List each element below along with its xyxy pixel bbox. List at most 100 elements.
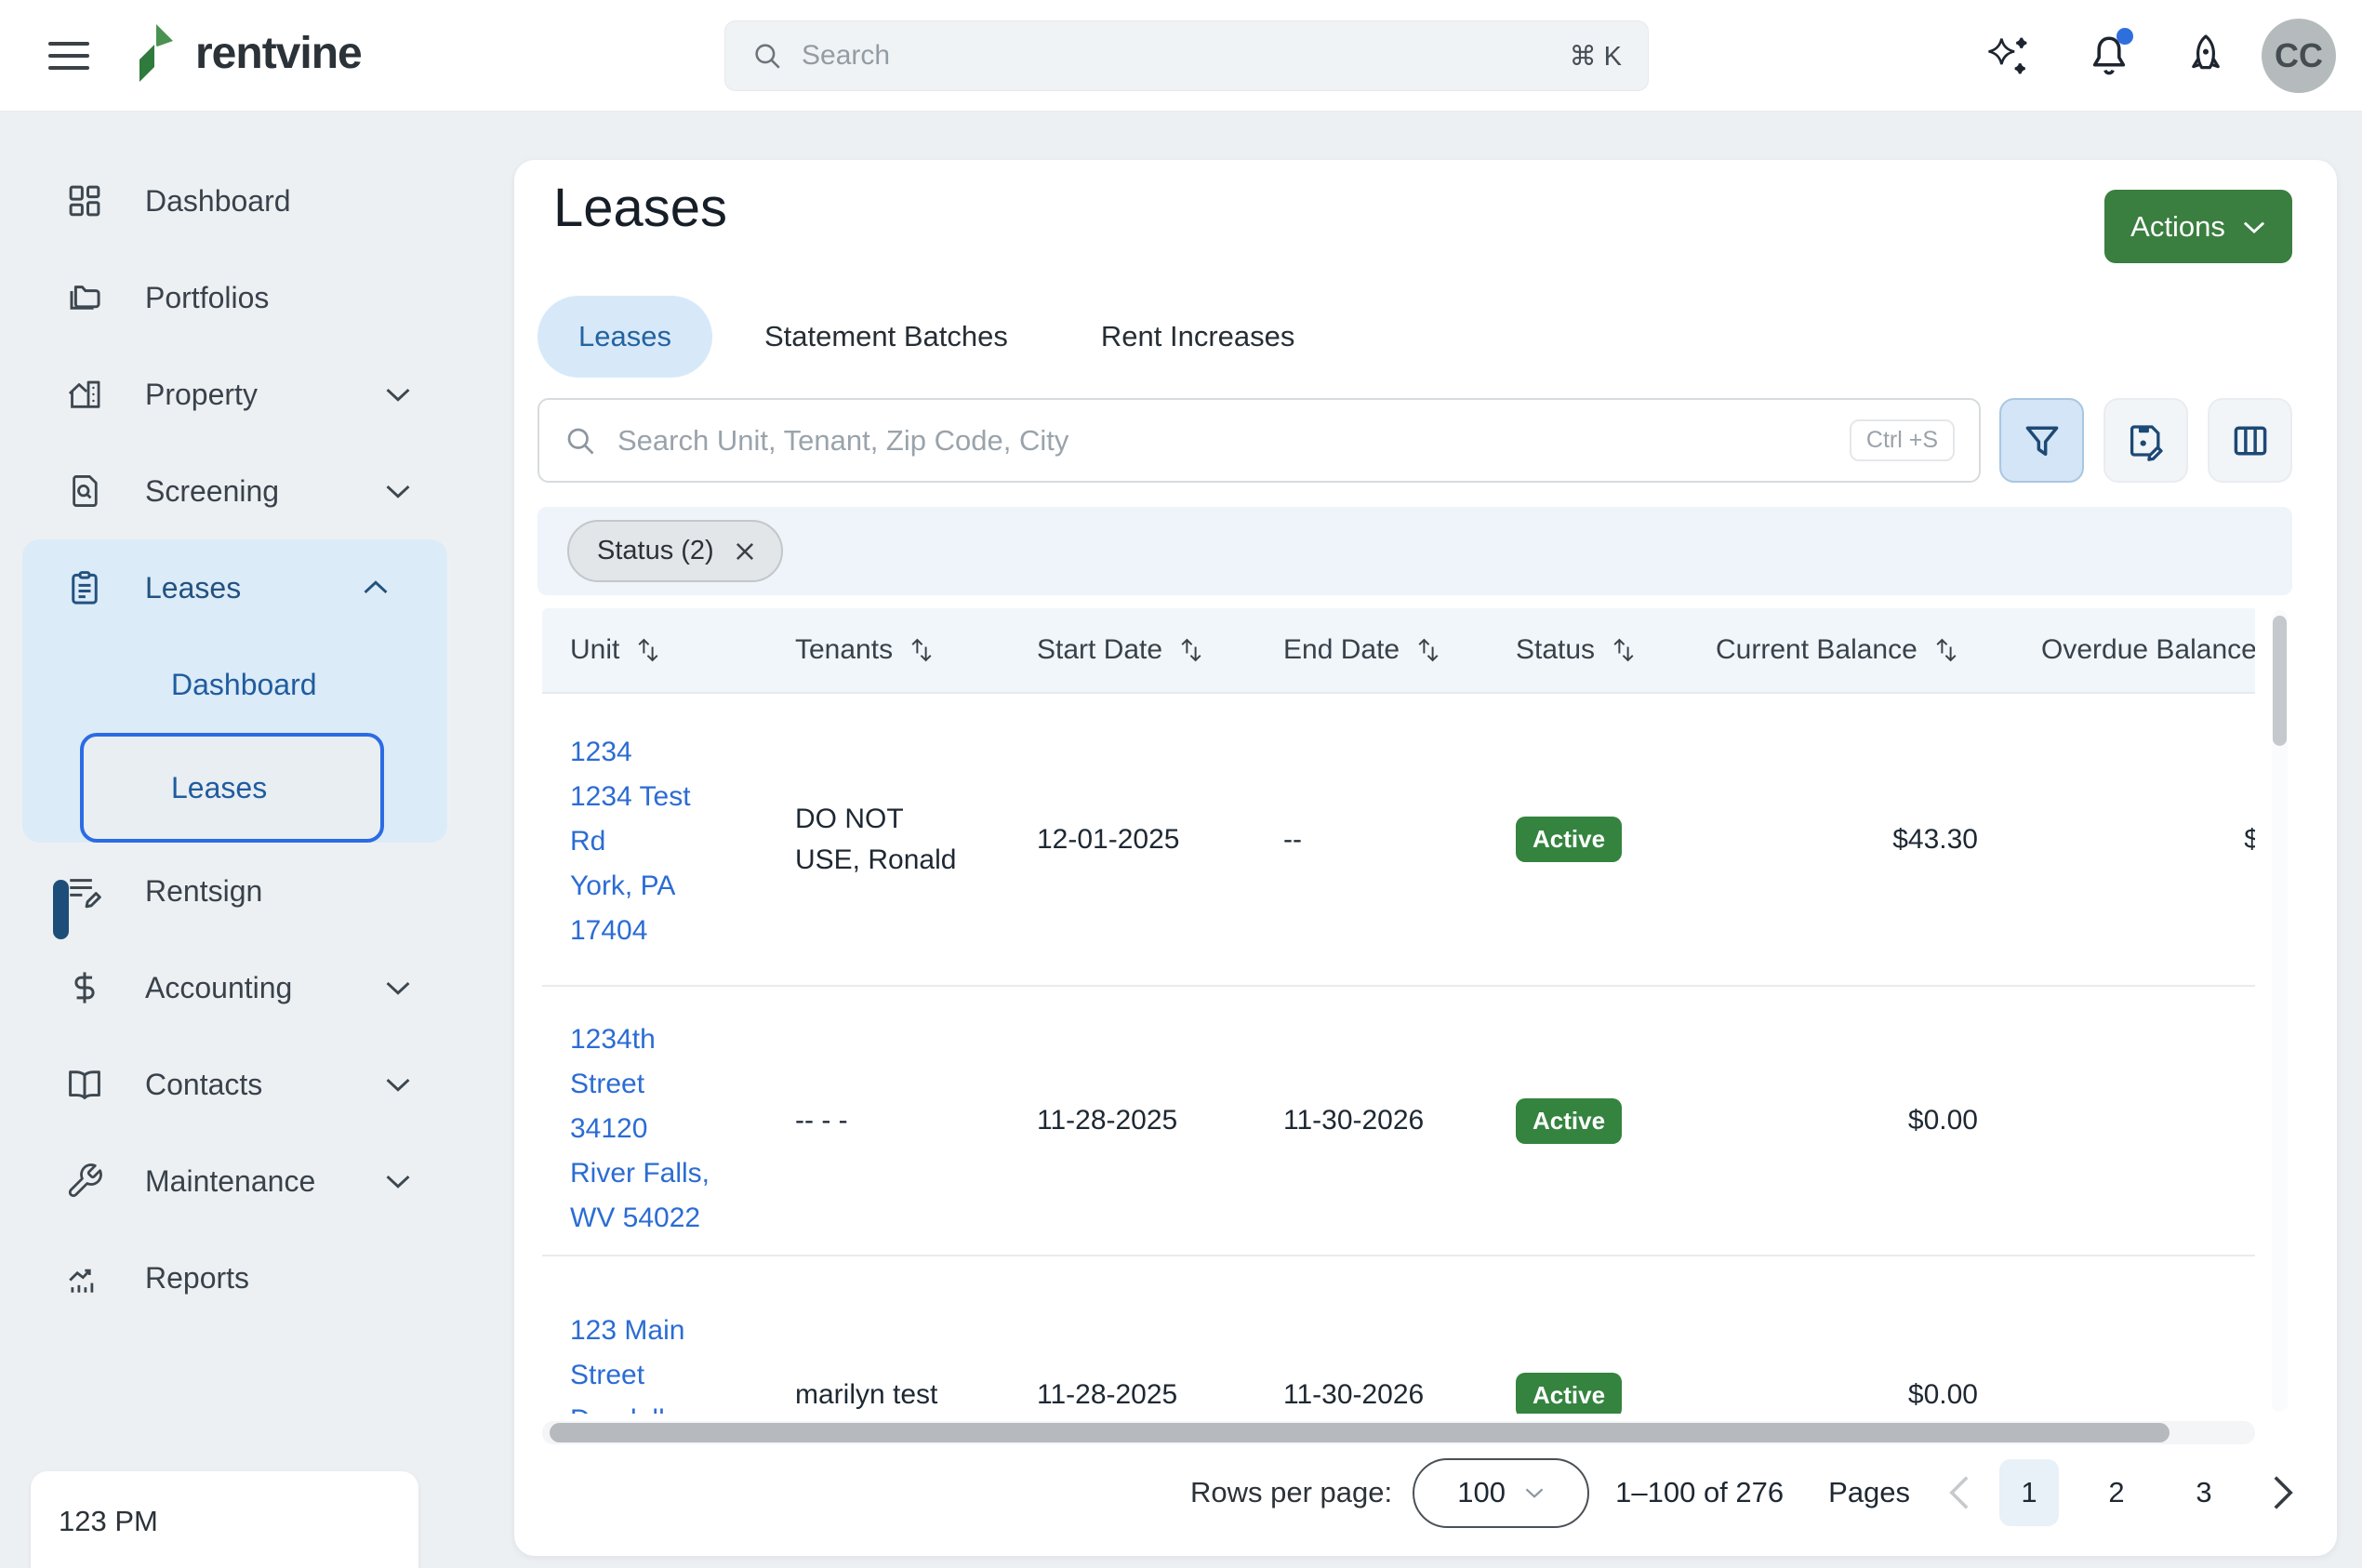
tab-rent-increases[interactable]: Rent Increases bbox=[1060, 296, 1336, 378]
sidebar: Dashboard Portfolios Property Screening … bbox=[0, 112, 470, 1568]
columns-button[interactable] bbox=[2208, 398, 2292, 483]
sidebar-item-label: Property bbox=[145, 377, 258, 411]
rows-per-page-label: Rows per page: bbox=[1190, 1476, 1393, 1508]
lease-search-input[interactable] bbox=[617, 423, 1829, 458]
scrollbar-thumb[interactable] bbox=[550, 1423, 2170, 1442]
table-row[interactable]: 1234 1234 Test Rd York, PA 17404 DO NOT … bbox=[542, 694, 2255, 987]
sidebar-item-property[interactable]: Property bbox=[0, 346, 470, 443]
maintenance-icon bbox=[68, 1163, 102, 1198]
scrollbar-thumb[interactable] bbox=[2273, 616, 2287, 746]
sidebar-item-accounting[interactable]: Accounting bbox=[0, 939, 470, 1036]
search-icon bbox=[564, 424, 597, 458]
start-date-cell: 11-28-2025 bbox=[1037, 1379, 1178, 1410]
pagination-range: 1–100 of 276 bbox=[1615, 1476, 1785, 1508]
previous-page-icon[interactable] bbox=[1947, 1474, 1971, 1511]
sidebar-item-contacts[interactable]: Contacts bbox=[0, 1036, 470, 1133]
ai-sparkles-icon[interactable] bbox=[1983, 30, 2035, 82]
next-page-icon[interactable] bbox=[2271, 1474, 2295, 1511]
end-date-cell: -- bbox=[1283, 823, 1302, 855]
column-header-end-date[interactable]: End Date bbox=[1255, 634, 1488, 666]
tenants-cell: marilyn test bbox=[795, 1379, 938, 1410]
unit-link[interactable]: 1234 1234 Test Rd York, PA 17404 bbox=[542, 694, 767, 953]
columns-icon bbox=[2234, 426, 2266, 455]
tab-leases[interactable]: Leases bbox=[537, 296, 712, 378]
notifications-bell-icon[interactable] bbox=[2083, 28, 2135, 82]
sidebar-item-label: Leases bbox=[145, 570, 242, 605]
sidebar-item-leases[interactable]: Leases bbox=[22, 539, 447, 636]
property-icon bbox=[68, 380, 100, 408]
chevron-down-icon bbox=[384, 1076, 412, 1093]
start-date-cell: 12-01-2025 bbox=[1037, 823, 1180, 855]
sidebar-item-rentsign[interactable]: Rentsign bbox=[0, 843, 470, 939]
saved-filters-button[interactable] bbox=[2103, 398, 2188, 483]
sidebar-item-label: Screening bbox=[145, 473, 280, 508]
end-date-cell: 11-30-2026 bbox=[1283, 1379, 1425, 1410]
column-header-tenants[interactable]: Tenants bbox=[767, 634, 1009, 666]
page-number-1[interactable]: 1 bbox=[1999, 1459, 2060, 1526]
sidebar-subitem-label: Leases bbox=[171, 770, 268, 804]
hamburger-menu-icon[interactable] bbox=[48, 33, 100, 78]
sidebar-item-screening[interactable]: Screening bbox=[0, 443, 470, 539]
page-number-3[interactable]: 3 bbox=[2174, 1459, 2234, 1526]
global-search[interactable]: ⌘ K bbox=[724, 20, 1649, 91]
top-bar: rentvine ⌘ K CC bbox=[0, 0, 2362, 112]
rentvine-logo[interactable]: rentvine bbox=[132, 22, 363, 84]
user-avatar[interactable]: CC bbox=[2262, 19, 2336, 93]
page-title: Leases bbox=[553, 178, 728, 238]
portfolios-icon bbox=[70, 286, 100, 310]
sidebar-subitem-dashboard[interactable]: Dashboard bbox=[22, 636, 447, 733]
sort-icon bbox=[1936, 638, 1957, 662]
rentsign-icon bbox=[70, 879, 101, 909]
rows-per-page-value: 100 bbox=[1457, 1476, 1506, 1508]
global-search-input[interactable] bbox=[802, 40, 1551, 72]
page-number-2[interactable]: 2 bbox=[2087, 1459, 2146, 1526]
leases-page-card: Leases Actions Leases Statement Batches … bbox=[514, 160, 2337, 1556]
unit-link[interactable]: 123 Main Street Dundalk, bbox=[542, 1256, 767, 1414]
sort-icon bbox=[911, 638, 932, 662]
actions-button[interactable]: Actions bbox=[2104, 190, 2292, 263]
search-icon bbox=[751, 40, 783, 72]
lease-search[interactable]: Ctrl +S bbox=[537, 398, 1981, 483]
filter-button[interactable] bbox=[1999, 398, 2084, 483]
sidebar-item-portfolios[interactable]: Portfolios bbox=[0, 249, 470, 346]
column-header-unit[interactable]: Unit bbox=[542, 634, 767, 666]
pages-label: Pages bbox=[1828, 1476, 1911, 1508]
rows-per-page-select[interactable]: 100 bbox=[1413, 1457, 1590, 1528]
column-header-current-balance[interactable]: Current Balance bbox=[1688, 634, 2013, 666]
chevron-down-icon bbox=[1525, 1488, 1544, 1498]
column-header-start-date[interactable]: Start Date bbox=[1009, 634, 1255, 666]
sidebar-group-leases: Leases Dashboard Leases bbox=[22, 539, 447, 843]
current-balance-cell: $43.30 bbox=[1892, 823, 1978, 855]
current-balance-cell: $0.00 bbox=[1907, 1105, 1978, 1136]
active-filters-bar: Status (2) bbox=[537, 507, 2292, 595]
sort-icon bbox=[1418, 638, 1439, 662]
sidebar-subitem-label: Dashboard bbox=[171, 667, 317, 701]
current-balance-cell: $0.00 bbox=[1907, 1379, 1978, 1410]
table-row[interactable]: 123 Main Street Dundalk, marilyn test 11… bbox=[542, 1256, 2255, 1414]
sidebar-item-label: Reports bbox=[145, 1260, 250, 1295]
column-header-status[interactable]: Status bbox=[1488, 634, 1688, 666]
sidebar-item-label: Accounting bbox=[145, 970, 293, 1004]
sidebar-item-reports[interactable]: Reports bbox=[0, 1229, 470, 1326]
filter-chip-label: Status (2) bbox=[597, 536, 714, 565]
sidebar-subitem-leases-active[interactable]: Leases bbox=[80, 733, 384, 843]
sidebar-item-label: Portfolios bbox=[145, 280, 270, 314]
unit-link[interactable]: 1234th Street 34120 River Falls, WV 5402… bbox=[542, 987, 767, 1241]
sidebar-item-label: Dashboard bbox=[145, 183, 291, 218]
rocket-icon[interactable] bbox=[2180, 30, 2232, 82]
sidebar-footer-card[interactable]: 123 PM bbox=[31, 1471, 418, 1568]
table-horizontal-scrollbar[interactable] bbox=[542, 1421, 2255, 1444]
remove-filter-icon[interactable] bbox=[733, 539, 757, 564]
column-header-overdue-balance[interactable]: Overdue Balance bbox=[2013, 634, 2255, 666]
sort-icon bbox=[1613, 638, 1634, 662]
table-vertical-scrollbar[interactable] bbox=[2272, 610, 2288, 1412]
table-header-row: Unit Tenants Start Date End Date Status … bbox=[542, 608, 2255, 694]
rentvine-leaf-icon bbox=[132, 22, 186, 84]
table-row[interactable]: 1234th Street 34120 River Falls, WV 5402… bbox=[542, 987, 2255, 1256]
filter-chip-status[interactable]: Status (2) bbox=[567, 520, 783, 582]
save-edit-icon bbox=[2130, 424, 2163, 461]
sidebar-item-dashboard[interactable]: Dashboard bbox=[0, 153, 470, 249]
tab-statement-batches[interactable]: Statement Batches bbox=[723, 296, 1049, 378]
sidebar-item-maintenance[interactable]: Maintenance bbox=[0, 1133, 470, 1229]
tenants-cell: DO NOT USE, Ronald bbox=[795, 803, 957, 875]
